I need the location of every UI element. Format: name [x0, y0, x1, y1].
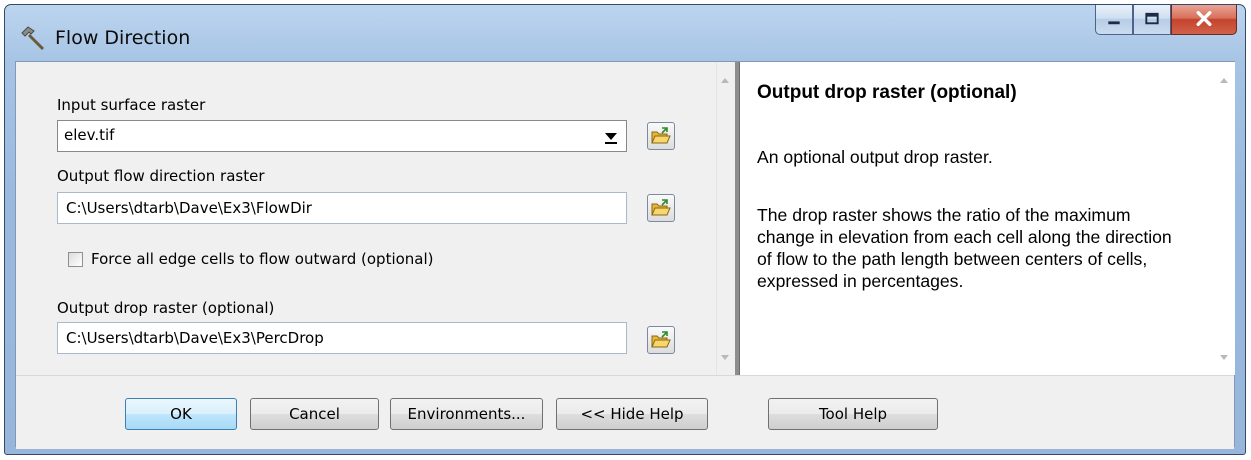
- open-folder-icon: [651, 199, 671, 216]
- cancel-button[interactable]: Cancel: [250, 398, 379, 430]
- output-drop-input[interactable]: C:\Users\dtarb\Dave\Ex3\PercDrop: [57, 322, 627, 354]
- tool-dialog-window: Flow Direction Input surface raster elev…: [4, 4, 1246, 455]
- help-pane: Output drop raster (optional) An optiona…: [739, 62, 1235, 375]
- input-surface-label: Input surface raster: [57, 96, 206, 114]
- minimize-button[interactable]: [1095, 5, 1133, 35]
- scroll-down-icon[interactable]: [720, 354, 730, 362]
- maximize-button[interactable]: [1133, 5, 1171, 35]
- input-surface-combobox[interactable]: elev.tif: [57, 120, 627, 152]
- hide-help-button[interactable]: << Hide Help: [556, 398, 708, 430]
- title-bar[interactable]: Flow Direction: [5, 5, 1245, 61]
- input-surface-value: elev.tif: [64, 126, 115, 144]
- open-folder-icon: [651, 127, 671, 144]
- help-paragraph-1: An optional output drop raster.: [757, 147, 993, 167]
- caption-buttons: [1095, 5, 1237, 39]
- maximize-icon: [1145, 12, 1159, 25]
- output-flow-input[interactable]: C:\Users\dtarb\Dave\Ex3\FlowDir: [57, 192, 627, 224]
- close-button[interactable]: [1171, 5, 1237, 35]
- environments-button[interactable]: Environments...: [390, 398, 543, 430]
- force-edge-checkbox[interactable]: [68, 252, 83, 267]
- parameters-scrollbar[interactable]: [716, 62, 734, 375]
- scroll-up-icon[interactable]: [720, 76, 730, 84]
- scroll-up-icon[interactable]: [1219, 76, 1229, 84]
- scroll-down-icon[interactable]: [1219, 354, 1229, 362]
- chevron-down-icon[interactable]: [596, 121, 626, 151]
- window-title: Flow Direction: [55, 27, 191, 49]
- output-flow-label: Output flow direction raster: [57, 167, 265, 185]
- output-drop-label: Output drop raster (optional): [57, 299, 275, 317]
- input-surface-browse-button[interactable]: [647, 122, 675, 150]
- help-scrollbar[interactable]: [1216, 62, 1233, 375]
- ok-button[interactable]: OK: [125, 398, 237, 430]
- dialog-client-area: Input surface raster elev.tif Output flo…: [15, 61, 1235, 449]
- tool-help-button[interactable]: Tool Help: [768, 398, 938, 430]
- button-bar: OK Cancel Environments... << Hide Help T…: [16, 375, 1234, 449]
- hammer-icon: [21, 26, 45, 51]
- open-folder-icon: [651, 331, 671, 348]
- close-icon: [1196, 11, 1212, 27]
- force-edge-label[interactable]: Force all edge cells to flow outward (op…: [91, 250, 434, 268]
- help-title: Output drop raster (optional): [757, 82, 1017, 103]
- output-drop-browse-button[interactable]: [647, 326, 675, 354]
- output-flow-browse-button[interactable]: [647, 194, 675, 222]
- parameters-pane: Input surface raster elev.tif Output flo…: [16, 62, 735, 375]
- minimize-icon: [1108, 21, 1120, 25]
- help-paragraph-2: The drop raster shows the ratio of the m…: [757, 205, 1172, 291]
